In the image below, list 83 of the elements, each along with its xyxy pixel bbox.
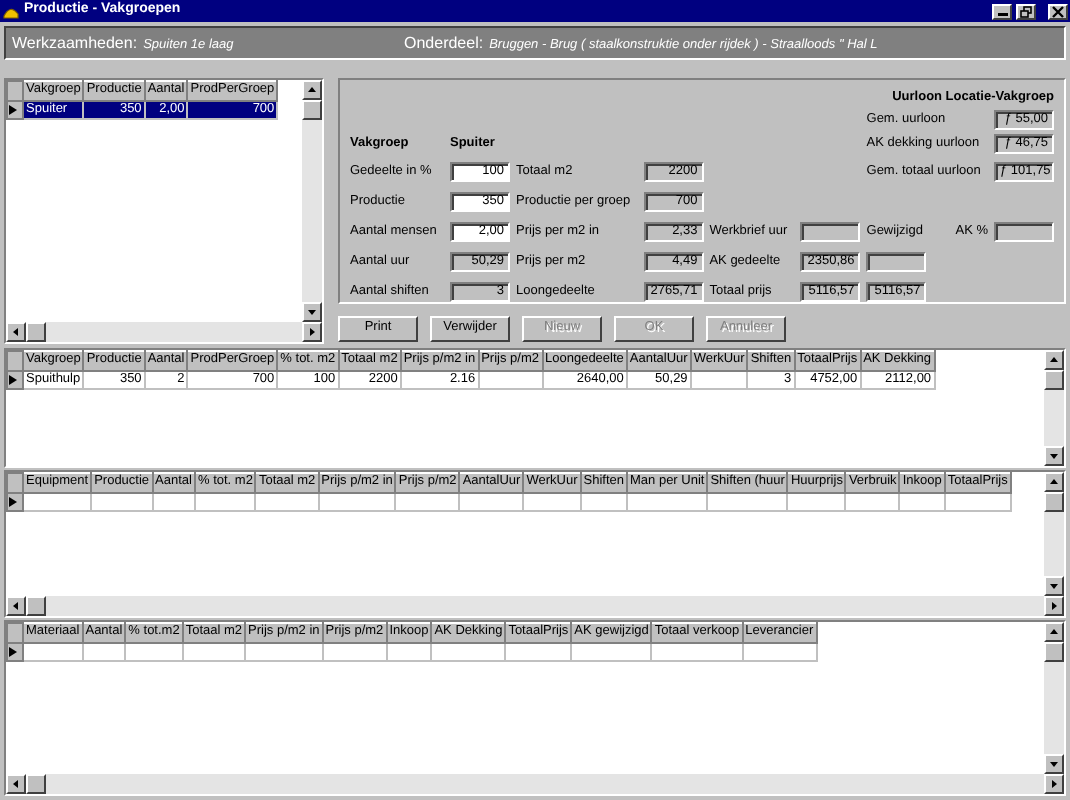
close-icon [1052,5,1064,17]
scroll-left-button[interactable] [6,596,26,616]
triangle-left-icon [10,600,22,612]
scrollbar-thumb[interactable] [26,322,46,342]
triangle-down-icon [1048,758,1060,770]
horizontal-scrollbar[interactable] [6,774,1064,794]
triangle-up-icon [1048,476,1060,488]
table-cell[interactable] [255,493,319,511]
table-cell[interactable] [125,643,183,661]
triangle-right-icon [1048,778,1060,790]
triangle-down-icon [1048,450,1060,462]
readonly-field [800,221,861,241]
table-cell[interactable] [91,493,153,511]
table-cell[interactable] [787,493,846,511]
triangle-up-icon [306,84,318,96]
scroll-down-button[interactable] [1044,754,1064,774]
triangle-up-icon [1048,354,1060,366]
scroll-up-button[interactable] [1044,350,1064,370]
readonly-field [866,251,927,271]
table-cell[interactable] [23,643,83,661]
table-cell[interactable] [523,493,581,511]
table-cell[interactable] [627,493,708,511]
table-cell[interactable] [707,493,788,511]
triangle-down-icon [1048,580,1060,592]
app-icon [2,3,20,19]
scrollbar-thumb[interactable] [26,774,46,794]
scroll-down-button[interactable] [1044,446,1064,466]
scroll-right-button[interactable] [302,322,322,342]
table-cell[interactable] [245,643,323,661]
horizontal-scrollbar[interactable] [6,322,322,342]
table-cell[interactable] [82,643,126,661]
minimize-button[interactable] [992,3,1012,19]
triangle-down-icon [306,306,318,318]
scrollbar-thumb[interactable] [26,596,46,616]
restore-icon [1020,5,1032,17]
table-cell[interactable] [182,643,246,661]
table-cell[interactable] [386,643,432,661]
vertical-scrollbar[interactable] [1044,350,1064,466]
vertical-scrollbar[interactable] [302,80,322,322]
table-cell[interactable] [571,643,652,661]
table-cell[interactable] [651,643,743,661]
table-cell[interactable] [580,493,627,511]
triangle-right-icon [306,326,318,338]
scroll-left-button[interactable] [6,774,26,794]
table-cell[interactable] [505,643,572,661]
scrollbar-thumb[interactable] [1044,642,1064,662]
table-cell[interactable] [23,493,92,511]
triangle-left-icon [10,326,22,338]
vertical-scrollbar[interactable] [1044,622,1064,774]
readonly-field [994,221,1054,241]
table-cell[interactable] [944,493,1011,511]
scroll-left-button[interactable] [6,322,26,342]
header-label: Werkzaamheden: [12,31,138,55]
scroll-up-button[interactable] [1044,472,1064,492]
table-cell [690,371,748,389]
vertical-scrollbar[interactable] [1044,472,1064,596]
scrollbar-thumb[interactable] [1044,492,1064,512]
table-cell[interactable] [899,493,945,511]
table-cell[interactable] [431,643,506,661]
table-cell[interactable] [322,643,387,661]
restore-button[interactable] [1016,3,1036,19]
table-cell[interactable] [459,493,524,511]
header-label: Onderdeel: [404,31,484,55]
scroll-down-button[interactable] [1044,576,1064,596]
table-cell[interactable] [152,493,195,511]
table-cell[interactable] [395,493,460,511]
scroll-up-button[interactable] [1044,622,1064,642]
table-cell[interactable] [845,493,900,511]
triangle-left-icon [10,778,22,790]
close-button[interactable] [1048,3,1068,19]
table-cell [478,371,542,389]
scrollbar-thumb[interactable] [1044,370,1064,390]
scrollbar-thumb[interactable] [302,100,322,120]
horizontal-scrollbar[interactable] [6,596,1064,616]
scroll-up-button[interactable] [302,80,322,100]
scroll-right-button[interactable] [1044,774,1064,794]
scroll-down-button[interactable] [302,302,322,322]
table-cell[interactable] [742,643,817,661]
table-cell[interactable] [318,493,396,511]
table-cell[interactable] [194,493,256,511]
triangle-up-icon [1048,626,1060,638]
scroll-right-button[interactable] [1044,596,1064,616]
triangle-right-icon [1048,600,1060,612]
